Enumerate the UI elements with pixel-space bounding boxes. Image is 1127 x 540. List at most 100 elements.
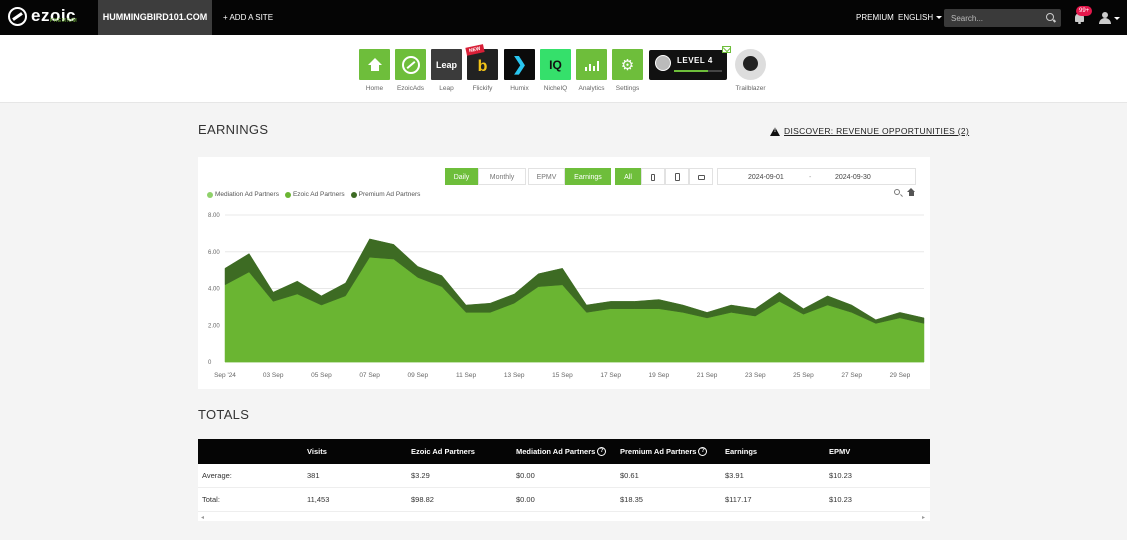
reset-zoom-home-icon[interactable] bbox=[907, 188, 916, 197]
x-tick-label: 09 Sep bbox=[408, 372, 429, 379]
legend-dot bbox=[207, 191, 213, 198]
trailblazer-label: Trailblazer bbox=[735, 85, 766, 92]
ezoicads-icon bbox=[395, 49, 426, 80]
add-site-link[interactable]: + ADD A SITE bbox=[223, 0, 273, 35]
new-ribbon: NEW bbox=[465, 44, 485, 56]
legend-item[interactable]: Mediation Ad Partners bbox=[207, 191, 279, 198]
language-dropdown[interactable]: ENGLISH bbox=[898, 0, 943, 35]
x-tick-label: 17 Sep bbox=[600, 372, 621, 379]
monthly-button[interactable]: Monthly bbox=[478, 168, 526, 185]
x-tick-label: 19 Sep bbox=[649, 372, 670, 379]
analytics-icon bbox=[576, 49, 607, 80]
premium-link[interactable]: PREMIUM bbox=[856, 0, 894, 35]
app-settings[interactable]: ⚙ Settings bbox=[612, 49, 643, 92]
tablet-button[interactable] bbox=[665, 168, 689, 185]
header-epmv: EPMV bbox=[829, 447, 851, 456]
x-tick-label: 21 Sep bbox=[697, 372, 718, 379]
totals-title: TOTALS bbox=[198, 407, 250, 422]
y-tick-label: 6.00 bbox=[208, 250, 220, 256]
user-chevron-icon[interactable] bbox=[1114, 17, 1120, 20]
avatar bbox=[655, 55, 671, 71]
table-cell: $0.61 bbox=[620, 471, 639, 480]
language-label: ENGLISH bbox=[898, 13, 934, 22]
warning-icon bbox=[770, 126, 780, 136]
legend-dot bbox=[350, 191, 357, 198]
daily-button[interactable]: Daily bbox=[445, 168, 478, 185]
table-cell: $0.00 bbox=[516, 495, 535, 504]
home-icon bbox=[359, 49, 390, 80]
ezoic-logo-icon bbox=[8, 6, 27, 26]
table-cell: $0.00 bbox=[516, 471, 535, 480]
x-tick-label: 27 Sep bbox=[841, 372, 862, 379]
all-devices-button[interactable]: All bbox=[615, 168, 641, 185]
help-icon[interactable]: ? bbox=[597, 447, 607, 456]
table-cell: $10.23 bbox=[829, 471, 852, 480]
x-tick-label: 25 Sep bbox=[793, 372, 814, 379]
discover-link[interactable]: DISCOVER: REVENUE OPPORTUNITIES (2) bbox=[770, 126, 969, 136]
epmv-button[interactable]: EPMV bbox=[528, 168, 565, 185]
table-cell: $98.82 bbox=[411, 495, 434, 504]
table-cell: Average: bbox=[202, 471, 232, 480]
x-tick-label: Sep '24 bbox=[214, 372, 236, 379]
search-input[interactable] bbox=[944, 9, 1061, 27]
mail-icon[interactable] bbox=[722, 46, 731, 53]
date-range-picker[interactable]: 2024-09-01 - 2024-09-30 bbox=[717, 168, 916, 185]
site-tab[interactable]: HUMMINGBIRD101.COM bbox=[98, 0, 212, 35]
header-mediation-label: Mediation Ad Partners bbox=[516, 447, 596, 456]
legend-item[interactable]: Ezoic Ad Partners bbox=[284, 191, 345, 198]
table-cell: $117.17 bbox=[725, 495, 752, 504]
chart-legend: Mediation Ad Partners Ezoic Ad Partners … bbox=[207, 191, 426, 198]
header-ezoic: Ezoic Ad Partners bbox=[411, 447, 475, 456]
table-row: Average: 381 $3.29 $0.00 $0.61 $3.91 $10… bbox=[198, 464, 930, 488]
app-home[interactable]: Home bbox=[359, 49, 390, 92]
totals-table: Visits Ezoic Ad Partners Mediation Ad Pa… bbox=[198, 439, 930, 521]
humix-icon: ❯ bbox=[504, 49, 535, 80]
gear-icon: ⚙ bbox=[612, 49, 643, 80]
scroll-right-icon[interactable]: ▸ bbox=[922, 514, 925, 521]
earnings-title: EARNINGS bbox=[198, 122, 269, 137]
table-cell: $10.23 bbox=[829, 495, 852, 504]
leap-icon-text: Leap bbox=[435, 59, 457, 70]
mobile-icon bbox=[651, 173, 655, 181]
app-nicheiq[interactable]: IQ NicheIQ bbox=[540, 49, 571, 92]
app-flickify[interactable]: b NEW Flickify bbox=[465, 44, 498, 92]
top-bar: ezoic PREMIUM HUMMINGBIRD101.COM + ADD A… bbox=[0, 0, 1127, 35]
header-visits: Visits bbox=[307, 447, 327, 456]
app-ezoicads[interactable]: EzoicAds bbox=[395, 49, 426, 92]
date-separator: - bbox=[809, 174, 812, 181]
tablet-icon bbox=[674, 173, 680, 182]
scroll-left-icon[interactable]: ◂ bbox=[201, 514, 204, 521]
search-icon[interactable] bbox=[1046, 13, 1054, 21]
legend-label: Ezoic Ad Partners bbox=[292, 191, 345, 198]
desktop-button[interactable] bbox=[689, 168, 713, 185]
table-cell: 11,453 bbox=[307, 495, 330, 504]
header-mediation: Mediation Ad Partners? bbox=[516, 439, 607, 464]
earnings-chart: 0 2.00 4.00 6.00 8.00 Sep '24 03 Sep 05 Sep 07 S… bbox=[208, 213, 925, 379]
earnings-button[interactable]: Earnings bbox=[565, 168, 611, 185]
help-icon[interactable]: ? bbox=[698, 447, 708, 456]
legend-label: Premium Ad Partners bbox=[358, 191, 421, 198]
trailblazer-profile[interactable]: Trailblazer bbox=[735, 49, 766, 92]
legend-item[interactable]: Premium Ad Partners bbox=[350, 191, 421, 198]
mobile-button[interactable] bbox=[641, 168, 665, 185]
app-leap[interactable]: Leap Leap bbox=[431, 49, 462, 92]
x-tick-label: 11 Sep bbox=[456, 372, 477, 379]
user-icon[interactable] bbox=[1099, 12, 1111, 24]
x-tick-label: 23 Sep bbox=[745, 372, 766, 379]
zoom-icon[interactable] bbox=[894, 189, 900, 195]
x-tick-label: 13 Sep bbox=[504, 372, 525, 379]
series-area[interactable] bbox=[224, 257, 925, 363]
flickify-icon: b NEW bbox=[465, 44, 498, 80]
app-humix[interactable]: ❯ Humix bbox=[504, 49, 535, 92]
table-row: Total: 11,453 $98.82 $0.00 $18.35 $117.1… bbox=[198, 488, 930, 512]
trailblazer-avatar bbox=[735, 49, 766, 80]
header-premium: Premium Ad Partners? bbox=[620, 439, 708, 464]
app-analytics[interactable]: Analytics bbox=[576, 49, 607, 92]
table-header: Visits Ezoic Ad Partners Mediation Ad Pa… bbox=[198, 439, 930, 464]
x-tick-label: 07 Sep bbox=[359, 372, 380, 379]
x-tick-label: 15 Sep bbox=[552, 372, 573, 379]
x-tick-label: 03 Sep bbox=[263, 372, 284, 379]
level-text: LEVEL 4 bbox=[677, 56, 713, 65]
level-badge[interactable]: LEVEL 4 bbox=[649, 50, 727, 80]
legend-label: Mediation Ad Partners bbox=[215, 191, 279, 198]
